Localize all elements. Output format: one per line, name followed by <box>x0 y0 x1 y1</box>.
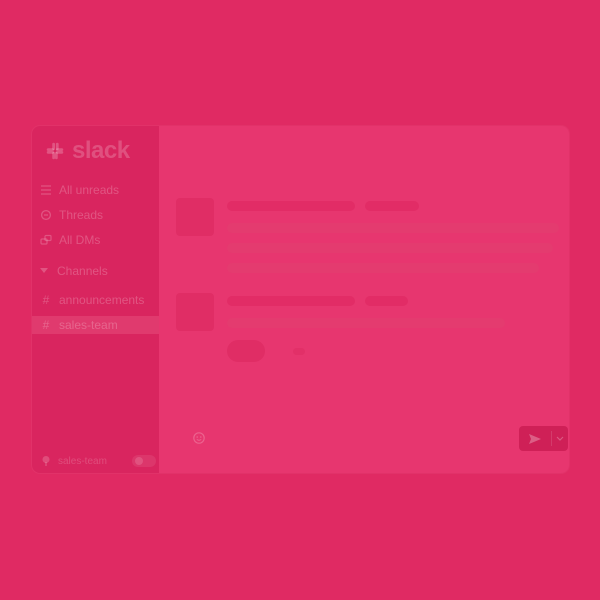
message-line-placeholder <box>227 243 553 253</box>
message-time-placeholder <box>365 296 408 306</box>
send-icon <box>529 433 541 444</box>
sidebar-item-label: All DMs <box>59 233 101 247</box>
avatar <box>176 198 214 236</box>
message-line-placeholder <box>227 318 505 328</box>
message-time-placeholder <box>365 201 419 211</box>
channel-item-sales-team[interactable]: # sales-team <box>32 316 159 334</box>
channels-section-header[interactable]: Channels <box>38 262 108 280</box>
reaction-placeholder <box>293 348 305 355</box>
sidebar-item-threads[interactable]: Threads <box>40 206 103 224</box>
workspace-label: sales-team <box>58 455 107 467</box>
slack-window: slack All unreads Threads All DMs Channe… <box>32 126 569 473</box>
reaction-pill[interactable] <box>227 340 265 362</box>
hash-icon: # <box>42 293 50 307</box>
brand: slack <box>44 138 130 164</box>
brand-name: slack <box>72 137 130 164</box>
message-line-placeholder <box>227 263 539 273</box>
channel-label: sales-team <box>59 318 118 332</box>
sidebar-item-label: Threads <box>59 208 104 222</box>
message-author-placeholder <box>227 201 355 211</box>
sidebar-item-label: All unreads <box>59 183 120 197</box>
send-options-button[interactable] <box>552 426 568 451</box>
caret-down-icon <box>40 268 48 273</box>
dms-icon <box>40 234 52 245</box>
channel-item-announcements[interactable]: # announcements <box>40 291 145 309</box>
message-pane <box>159 126 569 473</box>
channel-label: announcements <box>59 293 145 307</box>
channels-header-label: Channels <box>57 264 108 278</box>
emoji-icon[interactable] <box>192 431 206 445</box>
message-author-placeholder <box>227 296 355 306</box>
chevron-down-icon <box>556 436 564 441</box>
sidebar-item-all-dms[interactable]: All DMs <box>40 231 100 249</box>
workspace-toggle[interactable] <box>132 455 156 467</box>
workspace-footer: sales-team <box>40 455 156 467</box>
hash-icon: # <box>42 318 50 332</box>
workspace-icon <box>42 456 50 466</box>
slack-logo-icon <box>46 142 64 160</box>
sidebar: slack All unreads Threads All DMs Channe… <box>32 126 159 473</box>
list-icon <box>41 185 51 195</box>
sidebar-item-all-unreads[interactable]: All unreads <box>40 181 119 199</box>
avatar <box>176 293 214 331</box>
send-button-group <box>519 426 568 451</box>
message-line-placeholder <box>227 223 559 233</box>
send-button[interactable] <box>519 426 551 451</box>
threads-icon <box>40 209 52 221</box>
